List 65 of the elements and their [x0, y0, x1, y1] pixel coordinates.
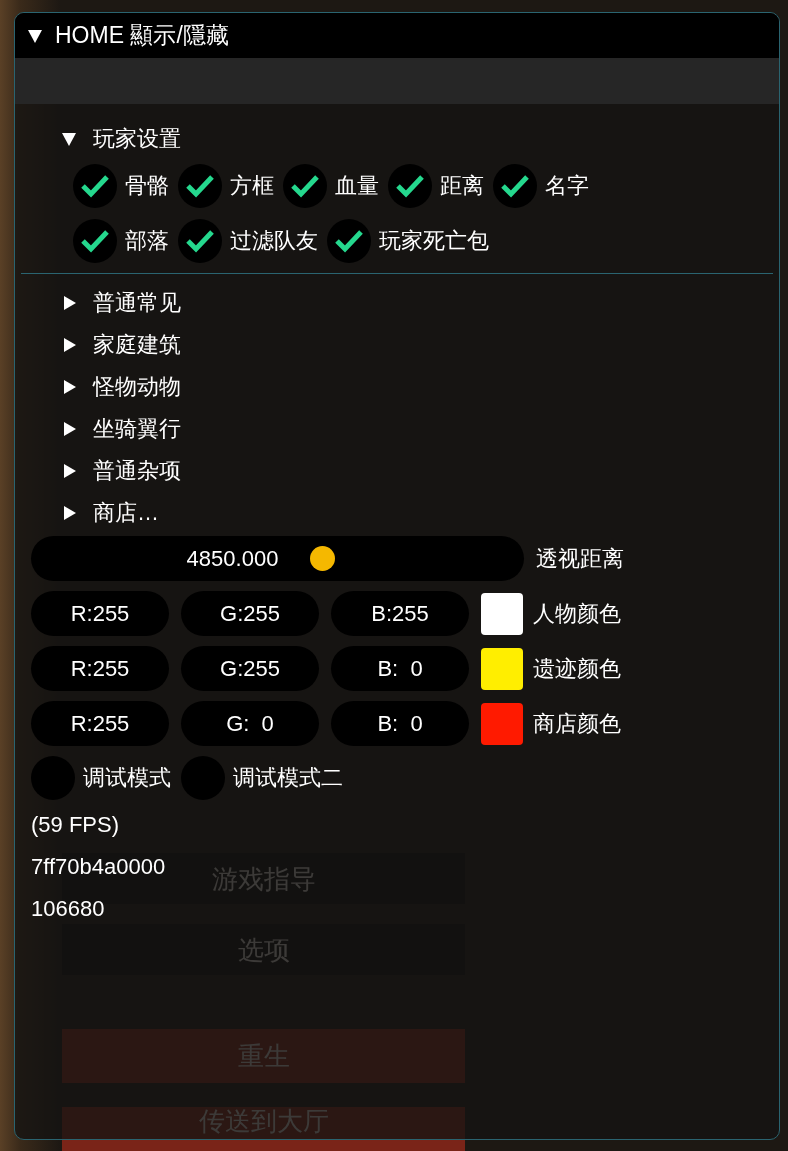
stat-text: (59 FPS): [31, 811, 120, 839]
checkbox-label: 过滤队友: [230, 227, 318, 255]
checkbox[interactable]: [283, 164, 327, 208]
checkbox[interactable]: [388, 164, 432, 208]
check-icon: [395, 173, 425, 199]
checkbox-label: 玩家死亡包: [379, 227, 489, 255]
expand-arrow-icon[interactable]: [61, 505, 77, 521]
channel-value-field[interactable]: G:255: [181, 646, 319, 691]
tree-node[interactable]: 商店…: [31, 492, 779, 534]
slider-thumb[interactable]: [309, 546, 335, 571]
checkbox[interactable]: [31, 756, 75, 800]
slider-value: 4850.000: [186, 545, 279, 572]
tree-node[interactable]: 普通杂项: [31, 450, 779, 492]
check-icon: [334, 228, 364, 254]
channel-value-field[interactable]: R:255: [31, 646, 169, 691]
color-swatch[interactable]: [481, 647, 523, 690]
expand-arrow-icon[interactable]: [61, 295, 77, 311]
stat-text: 7ff70b4a0000: [31, 853, 166, 881]
check-icon: [500, 173, 530, 199]
checkbox[interactable]: [493, 164, 537, 208]
checkbox-label: 方框: [230, 172, 274, 200]
check-icon: [185, 228, 215, 254]
stat-text: 106680: [31, 895, 105, 923]
tree-node[interactable]: 怪物动物: [31, 366, 779, 408]
expand-arrow-icon[interactable]: [61, 337, 77, 353]
color-label: 人物颜色: [533, 599, 621, 628]
color-label: 遗迹颜色: [533, 654, 621, 683]
check-icon: [80, 228, 110, 254]
channel-value-field[interactable]: B: 0: [331, 646, 469, 691]
tree-node[interactable]: 玩家设置: [31, 118, 779, 160]
distance-slider[interactable]: 4850.000: [31, 536, 524, 581]
checkbox-label: 血量: [335, 172, 379, 200]
channel-value-field[interactable]: R:255: [31, 591, 169, 636]
checkbox-label: 骨骼: [125, 172, 169, 200]
color-swatch[interactable]: [481, 702, 523, 745]
slider-label: 透视距离: [536, 544, 624, 573]
window-title: HOME 顯示/隱藏: [55, 21, 229, 50]
channel-value-field[interactable]: B:255: [331, 591, 469, 636]
check-icon: [80, 173, 110, 199]
checkbox[interactable]: [327, 219, 371, 263]
channel-value-field[interactable]: G: 0: [181, 701, 319, 746]
checkbox[interactable]: [73, 219, 117, 263]
tree-node[interactable]: 家庭建筑: [31, 324, 779, 366]
tree-node[interactable]: 普通常见: [31, 282, 779, 324]
color-swatch[interactable]: [481, 592, 523, 635]
expand-arrow-icon[interactable]: [61, 421, 77, 437]
expand-arrow-icon[interactable]: [61, 463, 77, 479]
check-icon: [290, 173, 320, 199]
expand-arrow-icon[interactable]: [61, 131, 77, 147]
checkbox[interactable]: [73, 164, 117, 208]
color-label: 商店颜色: [533, 709, 621, 738]
check-icon: [185, 173, 215, 199]
collapse-arrow-icon[interactable]: [27, 27, 43, 44]
tree-node[interactable]: 坐骑翼行: [31, 408, 779, 450]
checkbox[interactable]: [178, 219, 222, 263]
expand-arrow-icon[interactable]: [61, 379, 77, 395]
checkbox-label: 距离: [440, 172, 484, 200]
channel-value-field[interactable]: G:255: [181, 591, 319, 636]
checkbox-label: 部落: [125, 227, 169, 255]
checkbox[interactable]: [178, 164, 222, 208]
checkbox-label: 名字: [545, 172, 589, 200]
channel-value-field[interactable]: B: 0: [331, 701, 469, 746]
checkbox-label: 调试模式: [83, 764, 171, 792]
checkbox-label: 调试模式二: [233, 764, 343, 792]
channel-value-field[interactable]: R:255: [31, 701, 169, 746]
